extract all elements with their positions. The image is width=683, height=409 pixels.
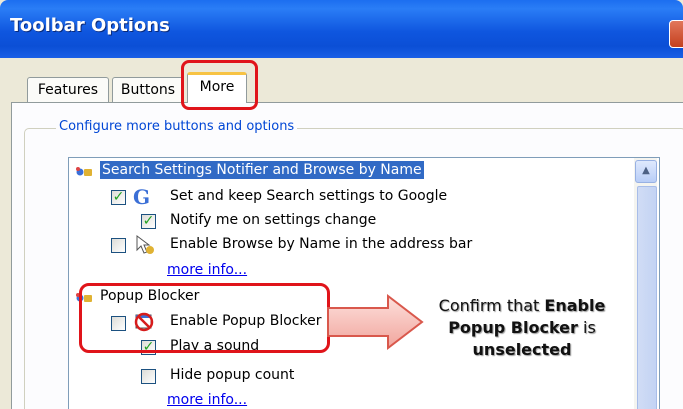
annotation-line-1-prefix: Confirm that: [438, 296, 545, 315]
section-header-label: Search Settings Notifier and Browse by N…: [100, 161, 424, 179]
toolbar-options-dialog: Toolbar Options Features Buttons More Co…: [0, 0, 683, 409]
scroll-thumb[interactable]: [637, 186, 657, 409]
svg-text:G: G: [133, 186, 150, 208]
annotation-line-1-bold: Enable: [544, 296, 606, 315]
list-item-label: Hide popup count: [170, 367, 295, 383]
section-header-search-settings[interactable]: Search Settings Notifier and Browse by N…: [74, 161, 424, 179]
list-item-label: Set and keep Search settings to Google: [170, 188, 448, 204]
tab-buttons[interactable]: Buttons: [112, 77, 184, 102]
annotation-callout-text: Confirm that Enable Popup Blocker is uns…: [417, 295, 627, 361]
checkmark-icon: ✓: [142, 213, 155, 229]
google-g-icon: G: [131, 185, 153, 212]
checkbox-browse-by-name[interactable]: [111, 238, 126, 253]
annotation-line-2-suffix: is: [577, 318, 596, 337]
annotation-line-2-bold: Popup Blocker: [448, 318, 578, 337]
toolbar-component-icon: [76, 167, 92, 176]
annotation-line-1: Confirm that Enable: [417, 295, 627, 317]
list-item-notify-settings-change: Notify me on settings change: [170, 212, 376, 228]
checkbox-notify-settings-change[interactable]: ✓: [141, 214, 156, 229]
tab-features[interactable]: Features: [27, 77, 109, 102]
list-item-hide-popup-count: Hide popup count: [170, 367, 294, 383]
tab-more-highlight: [181, 60, 258, 110]
browse-cursor-icon: [134, 234, 156, 260]
more-info-link-search[interactable]: more info...: [167, 262, 247, 278]
tab-buttons-label: Buttons: [120, 82, 176, 98]
more-info-label: more info...: [167, 262, 248, 278]
list-item-label: Enable Browse by Name in the address bar: [170, 236, 473, 252]
window-title: Toolbar Options: [10, 15, 170, 36]
list-item-label: Notify me on settings change: [170, 212, 377, 228]
popup-blocker-highlight: [79, 283, 330, 353]
more-info-link-popup[interactable]: more info...: [167, 392, 247, 408]
annotation-line-2: Popup Blocker is: [417, 317, 627, 339]
checkbox-hide-popup-count[interactable]: [141, 369, 156, 384]
tab-features-label: Features: [37, 82, 99, 98]
list-item-search-settings-google: Set and keep Search settings to Google: [170, 188, 447, 204]
groupbox-legend: Configure more buttons and options: [56, 119, 298, 134]
title-bar: Toolbar Options: [0, 0, 683, 58]
close-button[interactable]: [669, 20, 683, 48]
list-item-browse-by-name: Enable Browse by Name in the address bar: [170, 236, 472, 252]
checkmark-icon: ✓: [112, 189, 125, 205]
annotation-line-3: unselected: [417, 339, 627, 361]
more-info-label: more info...: [167, 392, 248, 408]
annotation-line-3-bold: unselected: [472, 340, 572, 359]
checkbox-search-settings-google[interactable]: ✓: [111, 190, 126, 205]
chevron-up-icon: ▲: [642, 165, 650, 176]
scroll-up-button[interactable]: ▲: [635, 160, 657, 183]
callout-arrow-icon: [326, 293, 426, 354]
